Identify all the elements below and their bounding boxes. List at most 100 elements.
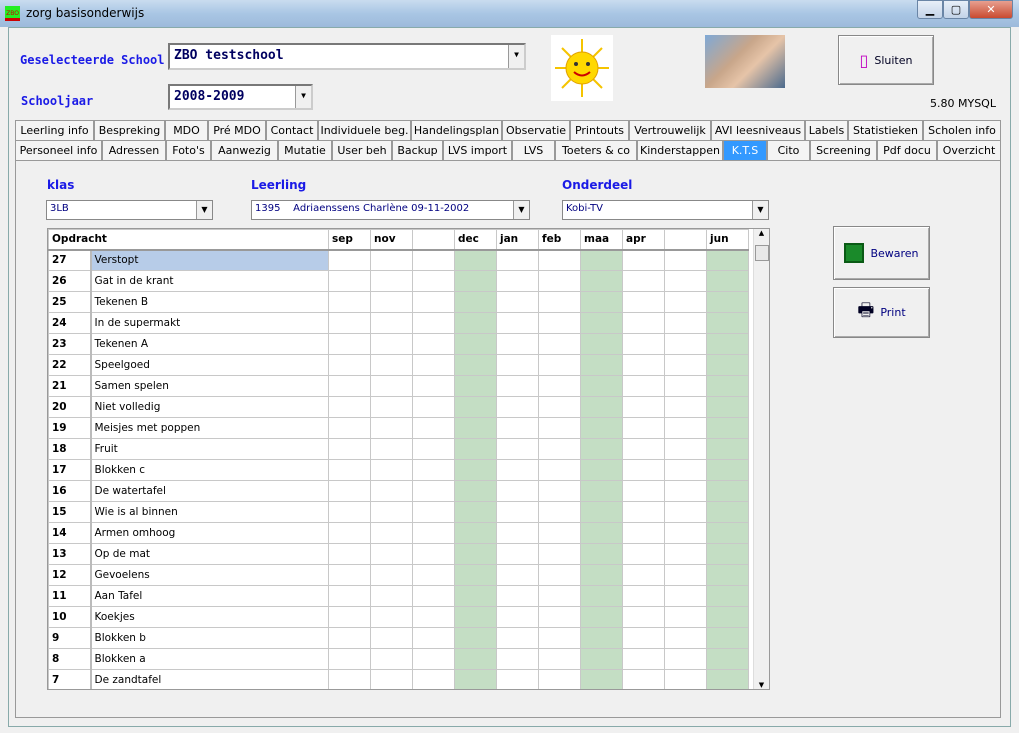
score-cell[interactable] [412, 333, 455, 355]
score-cell[interactable] [706, 270, 749, 292]
score-cell[interactable] [328, 501, 371, 523]
score-cell[interactable] [622, 627, 665, 649]
year-select[interactable]: 2008-2009 ▼ [168, 84, 313, 110]
score-cell[interactable] [496, 354, 539, 376]
tab-adressen[interactable]: Adressen [102, 140, 166, 160]
score-cell[interactable] [412, 522, 455, 544]
score-cell[interactable] [370, 249, 413, 271]
score-cell[interactable] [622, 291, 665, 313]
score-cell[interactable] [412, 480, 455, 502]
assignment-name[interactable]: Fruit [90, 438, 329, 460]
column-header[interactable]: Opdracht [48, 229, 329, 251]
score-cell[interactable] [580, 312, 623, 334]
score-cell[interactable] [496, 543, 539, 565]
score-cell[interactable] [412, 606, 455, 628]
table-row[interactable]: 23 Tekenen A [48, 333, 749, 355]
score-cell[interactable] [328, 396, 371, 418]
score-cell[interactable] [622, 459, 665, 481]
score-cell[interactable] [412, 270, 455, 292]
tab-screening[interactable]: Screening [810, 140, 877, 160]
assignment-name[interactable]: Gevoelens [90, 564, 329, 586]
score-cell[interactable] [580, 333, 623, 355]
score-cell[interactable] [496, 438, 539, 460]
tab-backup[interactable]: Backup [392, 140, 443, 160]
score-cell[interactable] [412, 543, 455, 565]
score-cell[interactable] [664, 249, 707, 271]
score-cell[interactable] [538, 417, 581, 439]
score-cell[interactable] [370, 543, 413, 565]
tab-pr-mdo[interactable]: Pré MDO [208, 120, 266, 140]
score-cell[interactable] [664, 669, 707, 689]
score-cell[interactable] [664, 480, 707, 502]
score-cell[interactable] [496, 522, 539, 544]
score-cell[interactable] [580, 459, 623, 481]
score-cell[interactable] [664, 354, 707, 376]
score-cell[interactable] [370, 522, 413, 544]
score-cell[interactable] [580, 669, 623, 689]
score-cell[interactable] [328, 438, 371, 460]
score-cell[interactable] [580, 354, 623, 376]
score-cell[interactable] [706, 606, 749, 628]
score-cell[interactable] [496, 312, 539, 334]
score-cell[interactable] [622, 564, 665, 586]
table-row[interactable]: 7 De zandtafel [48, 669, 749, 689]
score-cell[interactable] [664, 375, 707, 397]
tab-observatie[interactable]: Observatie [502, 120, 570, 140]
score-cell[interactable] [412, 459, 455, 481]
score-cell[interactable] [706, 249, 749, 271]
column-header[interactable]: apr [622, 229, 665, 251]
score-cell[interactable] [328, 480, 371, 502]
assignment-name[interactable]: De watertafel [90, 480, 329, 502]
tab-cito[interactable]: Cito [767, 140, 810, 160]
score-cell[interactable] [538, 354, 581, 376]
score-cell[interactable] [370, 270, 413, 292]
score-cell[interactable] [370, 669, 413, 689]
score-cell[interactable] [328, 312, 371, 334]
tab-user-beh[interactable]: User beh [332, 140, 392, 160]
score-cell[interactable] [496, 249, 539, 271]
score-cell[interactable] [370, 312, 413, 334]
score-cell[interactable] [454, 333, 497, 355]
score-cell[interactable] [454, 627, 497, 649]
assignment-name[interactable]: Gat in de krant [90, 270, 329, 292]
tab-foto-s[interactable]: Foto's [166, 140, 211, 160]
score-cell[interactable] [412, 354, 455, 376]
score-cell[interactable] [580, 249, 623, 271]
score-cell[interactable] [454, 480, 497, 502]
score-cell[interactable] [706, 312, 749, 334]
score-cell[interactable] [454, 291, 497, 313]
close-button[interactable]: ▯ Sluiten [838, 35, 934, 85]
score-cell[interactable] [454, 312, 497, 334]
chevron-down-icon[interactable]: ▼ [508, 45, 524, 68]
score-cell[interactable] [370, 333, 413, 355]
column-header[interactable]: sep [328, 229, 371, 251]
score-cell[interactable] [370, 627, 413, 649]
score-cell[interactable] [328, 522, 371, 544]
score-cell[interactable] [706, 648, 749, 670]
assignment-name[interactable]: Armen omhoog [90, 522, 329, 544]
tab-personeel-info[interactable]: Personeel info [15, 140, 102, 160]
chevron-down-icon[interactable]: ▼ [196, 201, 212, 219]
tab-mdo[interactable]: MDO [165, 120, 208, 140]
klas-select[interactable]: 3LB ▼ [46, 200, 213, 220]
table-row[interactable]: 17 Blokken c [48, 459, 749, 481]
assignment-name[interactable]: Koekjes [90, 606, 329, 628]
score-cell[interactable] [328, 249, 371, 271]
score-cell[interactable] [622, 522, 665, 544]
score-cell[interactable] [538, 249, 581, 271]
score-cell[interactable] [328, 333, 371, 355]
score-cell[interactable] [370, 417, 413, 439]
assignment-name[interactable]: Speelgoed [90, 354, 329, 376]
score-cell[interactable] [370, 564, 413, 586]
score-cell[interactable] [496, 291, 539, 313]
score-cell[interactable] [580, 648, 623, 670]
table-row[interactable]: 24 In de supermakt [48, 312, 749, 334]
score-cell[interactable] [328, 648, 371, 670]
score-cell[interactable] [370, 606, 413, 628]
assignment-name[interactable]: Samen spelen [90, 375, 329, 397]
score-cell[interactable] [328, 375, 371, 397]
score-cell[interactable] [454, 396, 497, 418]
score-cell[interactable] [580, 396, 623, 418]
score-cell[interactable] [496, 669, 539, 689]
score-cell[interactable] [538, 480, 581, 502]
